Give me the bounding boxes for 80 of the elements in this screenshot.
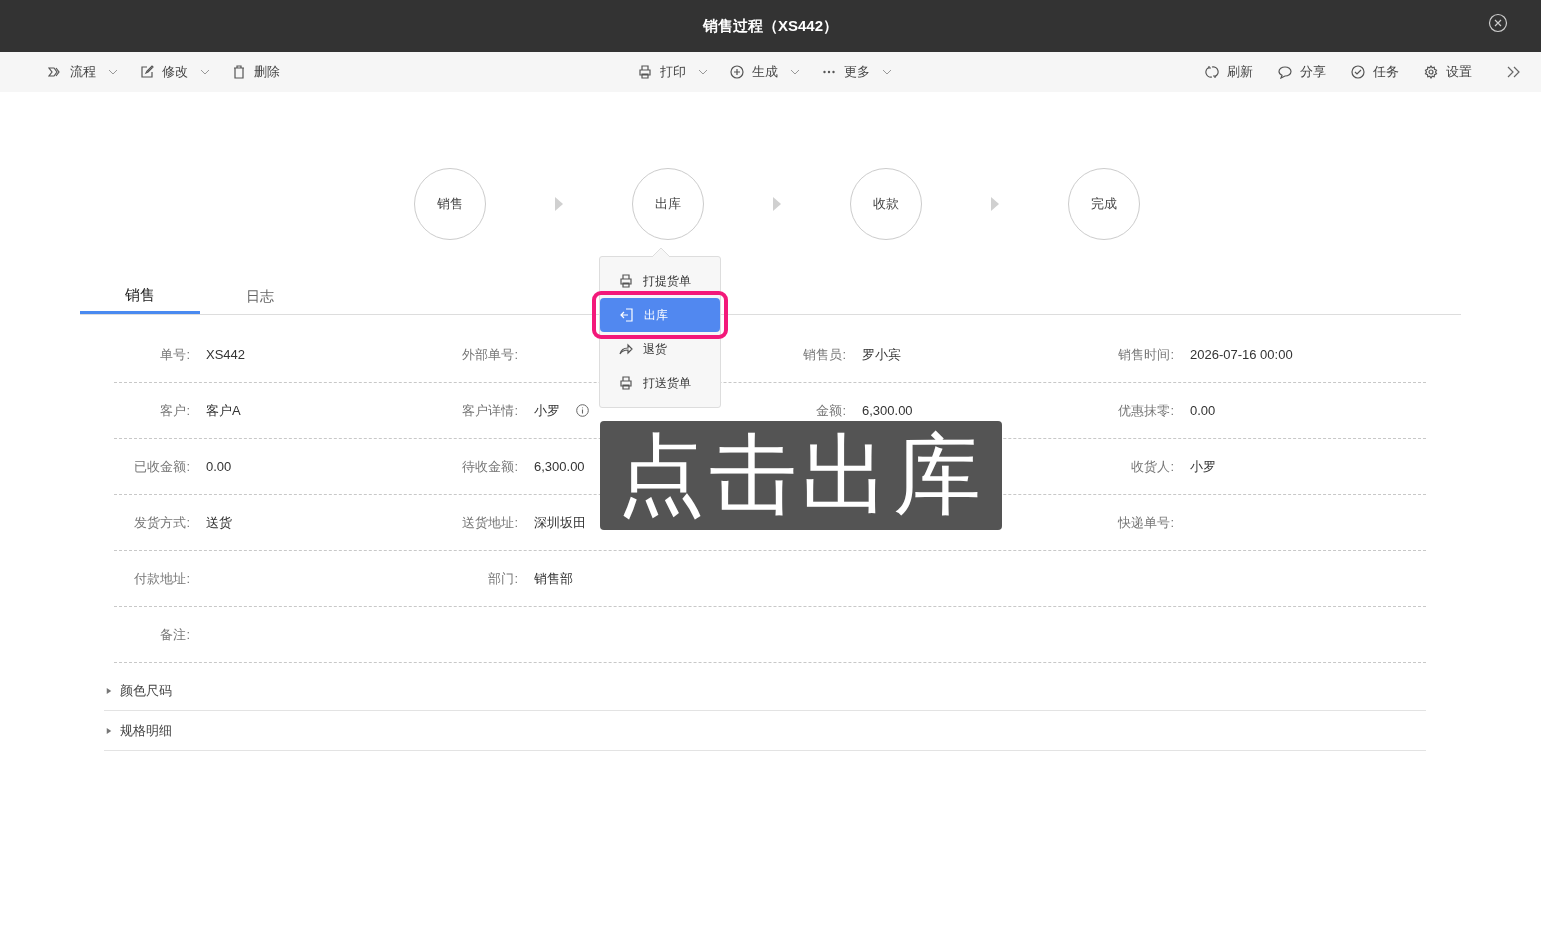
field-value: 6,300.00 — [534, 459, 585, 474]
share-icon — [619, 342, 633, 356]
field-label: 已收金额: — [133, 457, 190, 476]
menu-item[interactable]: 退货 — [599, 332, 721, 366]
field-label: 部门: — [487, 569, 518, 588]
toolbar-button[interactable]: 删除 — [232, 63, 280, 81]
toolbar-button[interactable]: 更多 — [821, 63, 892, 81]
field-label: 快递单号: — [1117, 513, 1174, 532]
refresh-icon — [1205, 65, 1219, 79]
info-icon[interactable] — [576, 404, 589, 417]
enter-icon — [620, 308, 634, 322]
close-icon[interactable] — [1488, 13, 1508, 33]
field-label: 外部单号: — [461, 345, 518, 364]
callout-text: 点击出库 — [617, 424, 985, 526]
caret-icon — [881, 69, 892, 75]
double-chevron-icon[interactable] — [1507, 66, 1521, 78]
field-label: 金额: — [815, 401, 846, 420]
step-label: 出库 — [654, 195, 681, 213]
toolbar-button[interactable]: 打印 — [637, 63, 708, 81]
section-header[interactable]: 规格明细 — [104, 711, 1426, 751]
field-label: 送货地址: — [461, 513, 518, 532]
menu-item[interactable]: 打提货单 — [599, 264, 721, 298]
step-label: 完成 — [1090, 195, 1117, 213]
printer-icon — [637, 65, 652, 79]
caret-icon — [108, 69, 118, 75]
field-value: 0.00 — [1190, 403, 1216, 418]
window-title: 销售过程（XS442） — [702, 16, 838, 36]
field-value: 0.00 — [206, 459, 232, 474]
triangle-icon — [106, 726, 112, 735]
toolbar-button[interactable]: 生成 — [729, 63, 800, 81]
arrow-icon — [772, 197, 781, 211]
field-value: 客户A — [206, 401, 241, 420]
field-value: 6,300.00 — [862, 403, 913, 418]
field-label: 客户: — [159, 401, 190, 420]
field-value: 深圳坂田 — [534, 513, 586, 532]
arrow-icon — [554, 197, 563, 211]
field-label: 收货人: — [1130, 457, 1174, 476]
caret-icon — [200, 69, 210, 75]
step-label: 收款 — [872, 195, 899, 213]
field-label: 销售时间: — [1117, 345, 1174, 364]
caret-icon — [789, 69, 800, 75]
edit-icon — [140, 65, 154, 79]
settings-icon — [1424, 65, 1438, 79]
field-label: 优惠抹零: — [1117, 401, 1174, 420]
field-value: 销售部 — [534, 569, 573, 588]
popover-arrow — [652, 248, 670, 257]
field-value: 2026-07-16 00:00 — [1190, 347, 1293, 362]
field-label: 销售员: — [802, 345, 846, 364]
printer-icon — [619, 376, 633, 390]
toolbar-button[interactable]: 修改 — [140, 63, 210, 81]
field-label: 付款地址: — [133, 569, 190, 588]
tab[interactable]: 日志 — [200, 280, 320, 314]
comment-icon — [1278, 65, 1292, 79]
trash-icon — [232, 65, 246, 79]
check-icon — [1351, 65, 1365, 79]
caret-icon — [697, 69, 708, 75]
field-value: 小罗 — [534, 401, 560, 420]
toolbar-button[interactable]: 流程 — [48, 63, 118, 81]
toolbar-button[interactable]: 刷新 — [1205, 63, 1253, 81]
toolbar-button[interactable]: 任务 — [1351, 63, 1399, 81]
field-label: 单号: — [159, 345, 190, 364]
toolbar-button[interactable]: 分享 — [1278, 63, 1326, 81]
field-value: XS442 — [206, 347, 246, 362]
field-label: 发货方式: — [133, 513, 190, 532]
menu-item[interactable]: 打送货单 — [599, 366, 721, 400]
printer-icon — [619, 274, 633, 288]
field-label: 客户详情: — [461, 401, 518, 420]
triangle-icon — [106, 686, 112, 695]
section-header[interactable]: 颜色尺码 — [104, 671, 1426, 711]
field-value: 送货 — [206, 513, 232, 532]
field-value: 罗小宾 — [862, 345, 901, 364]
field-value: 小罗 — [1190, 457, 1216, 476]
step-label: 销售 — [436, 195, 463, 213]
arrow-icon — [990, 197, 999, 211]
field-label: 备注: — [159, 625, 190, 644]
tab[interactable]: 销售 — [80, 280, 200, 314]
plus-icon — [729, 65, 744, 79]
toolbar-button[interactable]: 设置 — [1424, 63, 1472, 81]
flow-arrow-icon — [48, 65, 62, 79]
field-label: 待收金额: — [461, 457, 518, 476]
